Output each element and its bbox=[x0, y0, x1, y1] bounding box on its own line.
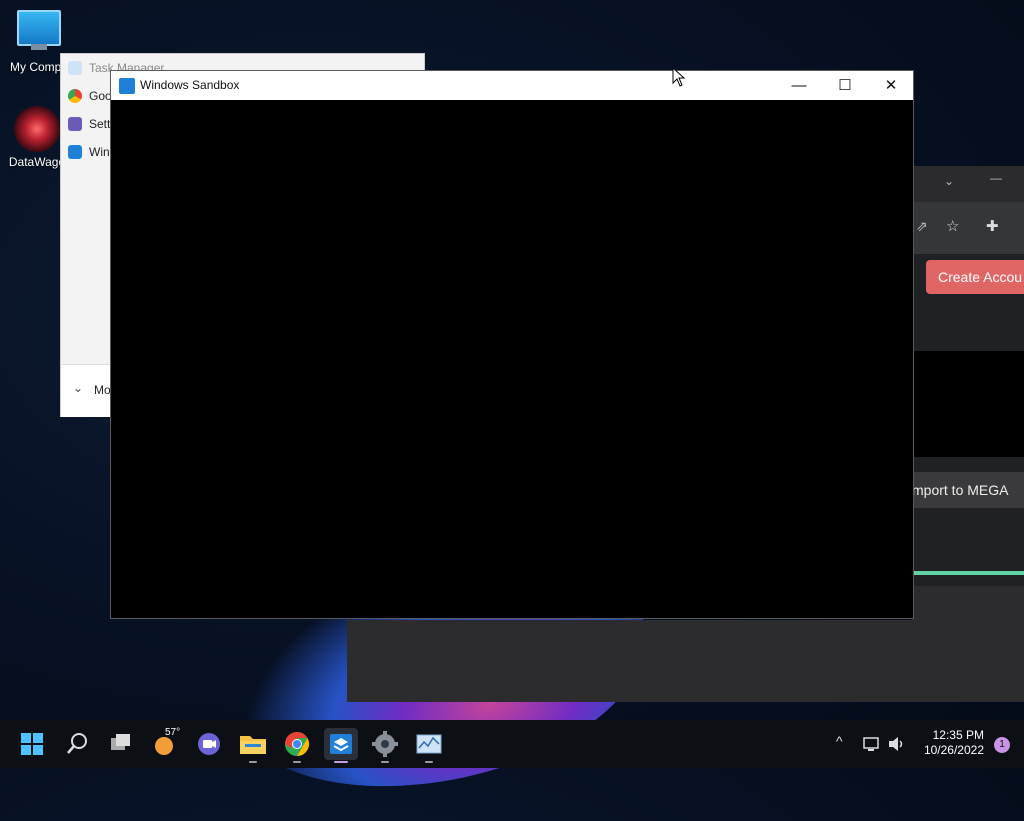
share-icon[interactable]: ⇗ bbox=[916, 218, 928, 235]
sandbox-icon bbox=[68, 145, 82, 159]
sandbox-titlebar[interactable]: Windows Sandbox — ☐ ✕ bbox=[111, 71, 913, 100]
search-button[interactable] bbox=[60, 728, 94, 760]
chat-icon bbox=[198, 733, 220, 755]
chrome-button[interactable] bbox=[280, 728, 314, 763]
system-clock[interactable]: 12:35 PM 10/26/2022 bbox=[924, 728, 984, 758]
clock-date: 10/26/2022 bbox=[923, 743, 984, 757]
running-indicator bbox=[425, 761, 433, 763]
maximize-button[interactable]: ☐ bbox=[822, 71, 868, 100]
browser-toolbar: ⇗ ☆ ✚ bbox=[912, 202, 1024, 254]
sandbox-window[interactable]: Windows Sandbox — ☐ ✕ bbox=[110, 70, 914, 619]
cursor-icon bbox=[672, 67, 686, 87]
import-to-mega-button[interactable]: mport to MEGA bbox=[912, 472, 1024, 508]
process-name: Goo bbox=[89, 89, 112, 103]
task-view-icon bbox=[111, 734, 130, 750]
windows-logo-icon bbox=[21, 733, 43, 755]
progress-line bbox=[912, 571, 1024, 575]
close-button[interactable]: ✕ bbox=[868, 71, 914, 100]
process-name: Win bbox=[89, 145, 110, 159]
extensions-icon[interactable]: ✚ bbox=[986, 217, 999, 235]
running-indicator bbox=[381, 761, 389, 763]
task-manager-icon bbox=[416, 734, 442, 754]
sandbox-icon bbox=[119, 78, 135, 94]
search-icon bbox=[67, 733, 87, 754]
notification-badge[interactable]: 1 bbox=[994, 737, 1010, 753]
running-indicator bbox=[249, 761, 257, 763]
sandbox-viewport[interactable] bbox=[111, 100, 913, 617]
datawagon-icon bbox=[14, 106, 60, 152]
chrome-icon bbox=[68, 89, 82, 103]
minimize-button[interactable]: — bbox=[776, 71, 822, 100]
gear-icon bbox=[372, 731, 398, 757]
clock-time: 12:35 PM bbox=[932, 728, 984, 742]
minimize-icon[interactable]: — bbox=[990, 171, 1002, 185]
browser-content-dark bbox=[912, 351, 1024, 457]
settings-icon bbox=[68, 117, 82, 131]
settings-button[interactable] bbox=[368, 728, 402, 763]
sandbox-icon bbox=[330, 734, 352, 754]
task-view-button[interactable] bbox=[104, 728, 138, 760]
folder-icon bbox=[240, 736, 266, 754]
chevron-up-icon[interactable]: ^ bbox=[836, 733, 843, 749]
star-icon[interactable]: ☆ bbox=[946, 217, 959, 235]
weather-temperature: 57° bbox=[165, 727, 181, 738]
taskbar: 57° ^ 12:35 PM 10/26/2022 1 bbox=[0, 720, 1024, 768]
start-button[interactable] bbox=[16, 728, 50, 760]
running-indicator bbox=[293, 761, 301, 763]
weather-widget[interactable]: 57° bbox=[148, 727, 182, 760]
background-window-bottom bbox=[347, 620, 1024, 702]
volume-icon[interactable] bbox=[887, 734, 907, 754]
active-indicator bbox=[334, 761, 348, 763]
more-details-label: Mo bbox=[94, 383, 111, 397]
window-title: Windows Sandbox bbox=[140, 78, 240, 92]
monitor-icon bbox=[17, 10, 61, 50]
task-manager-button[interactable] bbox=[412, 728, 446, 763]
network-icon[interactable] bbox=[862, 734, 882, 754]
task-manager-icon bbox=[68, 61, 82, 75]
file-explorer-button[interactable] bbox=[236, 728, 270, 763]
chevron-down-icon[interactable]: ⌄ bbox=[944, 174, 954, 188]
sandbox-taskbar-button[interactable] bbox=[324, 728, 358, 763]
chevron-down-icon: ⌄ bbox=[73, 381, 84, 395]
chrome-icon bbox=[285, 732, 310, 756]
create-account-button[interactable]: Create Accou bbox=[926, 260, 1024, 294]
browser-tabbar: ⌄ — bbox=[912, 166, 1024, 202]
teams-chat-button[interactable] bbox=[192, 728, 226, 760]
